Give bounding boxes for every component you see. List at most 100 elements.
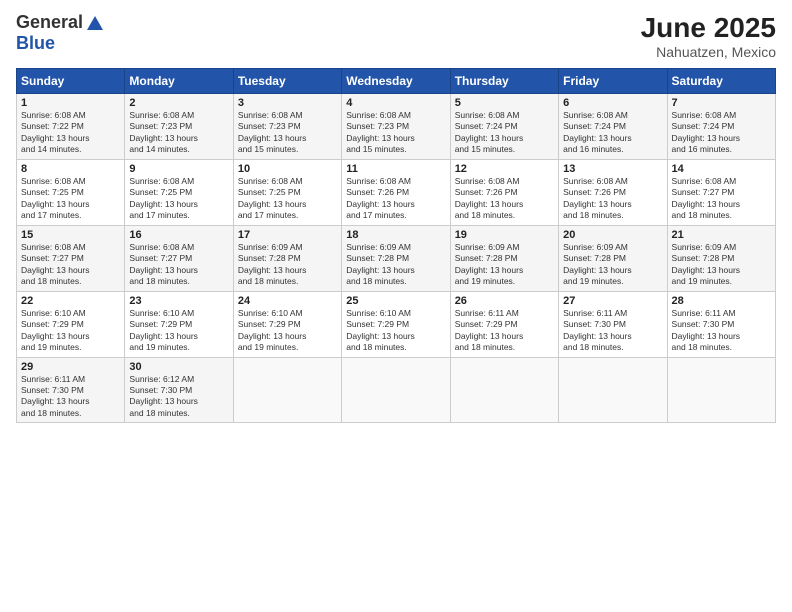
location: Nahuatzen, Mexico — [641, 44, 776, 60]
table-row: 11Sunrise: 6:08 AM Sunset: 7:26 PM Dayli… — [342, 159, 450, 225]
table-row: 25Sunrise: 6:10 AM Sunset: 7:29 PM Dayli… — [342, 291, 450, 357]
table-row: 4Sunrise: 6:08 AM Sunset: 7:23 PM Daylig… — [342, 94, 450, 160]
table-row: 17Sunrise: 6:09 AM Sunset: 7:28 PM Dayli… — [233, 225, 341, 291]
logo-blue: Blue — [16, 34, 105, 54]
day-number: 8 — [21, 163, 120, 175]
table-row: 21Sunrise: 6:09 AM Sunset: 7:28 PM Dayli… — [667, 225, 775, 291]
table-row: 29Sunrise: 6:11 AM Sunset: 7:30 PM Dayli… — [17, 357, 125, 423]
table-row: 2Sunrise: 6:08 AM Sunset: 7:23 PM Daylig… — [125, 94, 233, 160]
col-wednesday: Wednesday — [342, 69, 450, 94]
calendar-week-row: 22Sunrise: 6:10 AM Sunset: 7:29 PM Dayli… — [17, 291, 776, 357]
day-number: 11 — [346, 163, 445, 175]
col-sunday: Sunday — [17, 69, 125, 94]
day-info: Sunrise: 6:08 AM Sunset: 7:25 PM Dayligh… — [21, 176, 120, 222]
day-info: Sunrise: 6:10 AM Sunset: 7:29 PM Dayligh… — [238, 308, 337, 354]
day-number: 17 — [238, 229, 337, 241]
table-row — [559, 357, 667, 423]
calendar-table: Sunday Monday Tuesday Wednesday Thursday… — [16, 68, 776, 423]
day-info: Sunrise: 6:09 AM Sunset: 7:28 PM Dayligh… — [563, 242, 662, 288]
day-info: Sunrise: 6:10 AM Sunset: 7:29 PM Dayligh… — [346, 308, 445, 354]
table-row: 16Sunrise: 6:08 AM Sunset: 7:27 PM Dayli… — [125, 225, 233, 291]
col-saturday: Saturday — [667, 69, 775, 94]
day-number: 12 — [455, 163, 554, 175]
day-number: 18 — [346, 229, 445, 241]
day-info: Sunrise: 6:08 AM Sunset: 7:27 PM Dayligh… — [21, 242, 120, 288]
table-row — [450, 357, 558, 423]
calendar-week-row: 15Sunrise: 6:08 AM Sunset: 7:27 PM Dayli… — [17, 225, 776, 291]
table-row: 19Sunrise: 6:09 AM Sunset: 7:28 PM Dayli… — [450, 225, 558, 291]
day-info: Sunrise: 6:09 AM Sunset: 7:28 PM Dayligh… — [672, 242, 771, 288]
day-number: 24 — [238, 295, 337, 307]
day-info: Sunrise: 6:09 AM Sunset: 7:28 PM Dayligh… — [238, 242, 337, 288]
table-row: 7Sunrise: 6:08 AM Sunset: 7:24 PM Daylig… — [667, 94, 775, 160]
day-info: Sunrise: 6:12 AM Sunset: 7:30 PM Dayligh… — [129, 374, 228, 420]
day-number: 27 — [563, 295, 662, 307]
day-number: 9 — [129, 163, 228, 175]
day-number: 16 — [129, 229, 228, 241]
calendar-week-row: 29Sunrise: 6:11 AM Sunset: 7:30 PM Dayli… — [17, 357, 776, 423]
day-number: 26 — [455, 295, 554, 307]
month-year: June 2025 — [641, 12, 776, 44]
logo-text: General Blue — [16, 12, 105, 54]
day-info: Sunrise: 6:11 AM Sunset: 7:30 PM Dayligh… — [563, 308, 662, 354]
day-number: 3 — [238, 97, 337, 109]
day-info: Sunrise: 6:10 AM Sunset: 7:29 PM Dayligh… — [21, 308, 120, 354]
day-info: Sunrise: 6:11 AM Sunset: 7:29 PM Dayligh… — [455, 308, 554, 354]
calendar-header-row: Sunday Monday Tuesday Wednesday Thursday… — [17, 69, 776, 94]
day-number: 29 — [21, 361, 120, 373]
table-row: 1Sunrise: 6:08 AM Sunset: 7:22 PM Daylig… — [17, 94, 125, 160]
day-info: Sunrise: 6:09 AM Sunset: 7:28 PM Dayligh… — [455, 242, 554, 288]
day-info: Sunrise: 6:09 AM Sunset: 7:28 PM Dayligh… — [346, 242, 445, 288]
day-number: 4 — [346, 97, 445, 109]
table-row: 5Sunrise: 6:08 AM Sunset: 7:24 PM Daylig… — [450, 94, 558, 160]
table-row: 9Sunrise: 6:08 AM Sunset: 7:25 PM Daylig… — [125, 159, 233, 225]
day-info: Sunrise: 6:10 AM Sunset: 7:29 PM Dayligh… — [129, 308, 228, 354]
col-friday: Friday — [559, 69, 667, 94]
day-number: 6 — [563, 97, 662, 109]
table-row: 8Sunrise: 6:08 AM Sunset: 7:25 PM Daylig… — [17, 159, 125, 225]
table-row: 23Sunrise: 6:10 AM Sunset: 7:29 PM Dayli… — [125, 291, 233, 357]
table-row: 15Sunrise: 6:08 AM Sunset: 7:27 PM Dayli… — [17, 225, 125, 291]
table-row: 3Sunrise: 6:08 AM Sunset: 7:23 PM Daylig… — [233, 94, 341, 160]
day-info: Sunrise: 6:08 AM Sunset: 7:23 PM Dayligh… — [129, 110, 228, 156]
day-number: 25 — [346, 295, 445, 307]
calendar-week-row: 8Sunrise: 6:08 AM Sunset: 7:25 PM Daylig… — [17, 159, 776, 225]
day-info: Sunrise: 6:08 AM Sunset: 7:27 PM Dayligh… — [672, 176, 771, 222]
day-info: Sunrise: 6:08 AM Sunset: 7:26 PM Dayligh… — [455, 176, 554, 222]
calendar-week-row: 1Sunrise: 6:08 AM Sunset: 7:22 PM Daylig… — [17, 94, 776, 160]
table-row — [233, 357, 341, 423]
day-number: 22 — [21, 295, 120, 307]
day-info: Sunrise: 6:08 AM Sunset: 7:26 PM Dayligh… — [563, 176, 662, 222]
table-row: 13Sunrise: 6:08 AM Sunset: 7:26 PM Dayli… — [559, 159, 667, 225]
col-monday: Monday — [125, 69, 233, 94]
day-info: Sunrise: 6:08 AM Sunset: 7:25 PM Dayligh… — [129, 176, 228, 222]
day-info: Sunrise: 6:08 AM Sunset: 7:24 PM Dayligh… — [563, 110, 662, 156]
table-row: 26Sunrise: 6:11 AM Sunset: 7:29 PM Dayli… — [450, 291, 558, 357]
day-info: Sunrise: 6:08 AM Sunset: 7:26 PM Dayligh… — [346, 176, 445, 222]
table-row: 18Sunrise: 6:09 AM Sunset: 7:28 PM Dayli… — [342, 225, 450, 291]
day-number: 15 — [21, 229, 120, 241]
logo-area: General Blue — [16, 12, 105, 54]
day-info: Sunrise: 6:08 AM Sunset: 7:23 PM Dayligh… — [238, 110, 337, 156]
day-number: 10 — [238, 163, 337, 175]
col-thursday: Thursday — [450, 69, 558, 94]
day-info: Sunrise: 6:11 AM Sunset: 7:30 PM Dayligh… — [672, 308, 771, 354]
table-row — [667, 357, 775, 423]
day-number: 23 — [129, 295, 228, 307]
logo-general: General — [16, 13, 83, 33]
table-row: 6Sunrise: 6:08 AM Sunset: 7:24 PM Daylig… — [559, 94, 667, 160]
day-info: Sunrise: 6:11 AM Sunset: 7:30 PM Dayligh… — [21, 374, 120, 420]
day-info: Sunrise: 6:08 AM Sunset: 7:22 PM Dayligh… — [21, 110, 120, 156]
day-number: 21 — [672, 229, 771, 241]
day-number: 5 — [455, 97, 554, 109]
table-row: 10Sunrise: 6:08 AM Sunset: 7:25 PM Dayli… — [233, 159, 341, 225]
day-number: 30 — [129, 361, 228, 373]
day-number: 19 — [455, 229, 554, 241]
logo-icon — [85, 14, 105, 34]
table-row: 22Sunrise: 6:10 AM Sunset: 7:29 PM Dayli… — [17, 291, 125, 357]
page: General Blue June 2025 Nahuatzen, Mexico… — [0, 0, 792, 612]
table-row: 20Sunrise: 6:09 AM Sunset: 7:28 PM Dayli… — [559, 225, 667, 291]
day-info: Sunrise: 6:08 AM Sunset: 7:24 PM Dayligh… — [455, 110, 554, 156]
col-tuesday: Tuesday — [233, 69, 341, 94]
day-number: 14 — [672, 163, 771, 175]
